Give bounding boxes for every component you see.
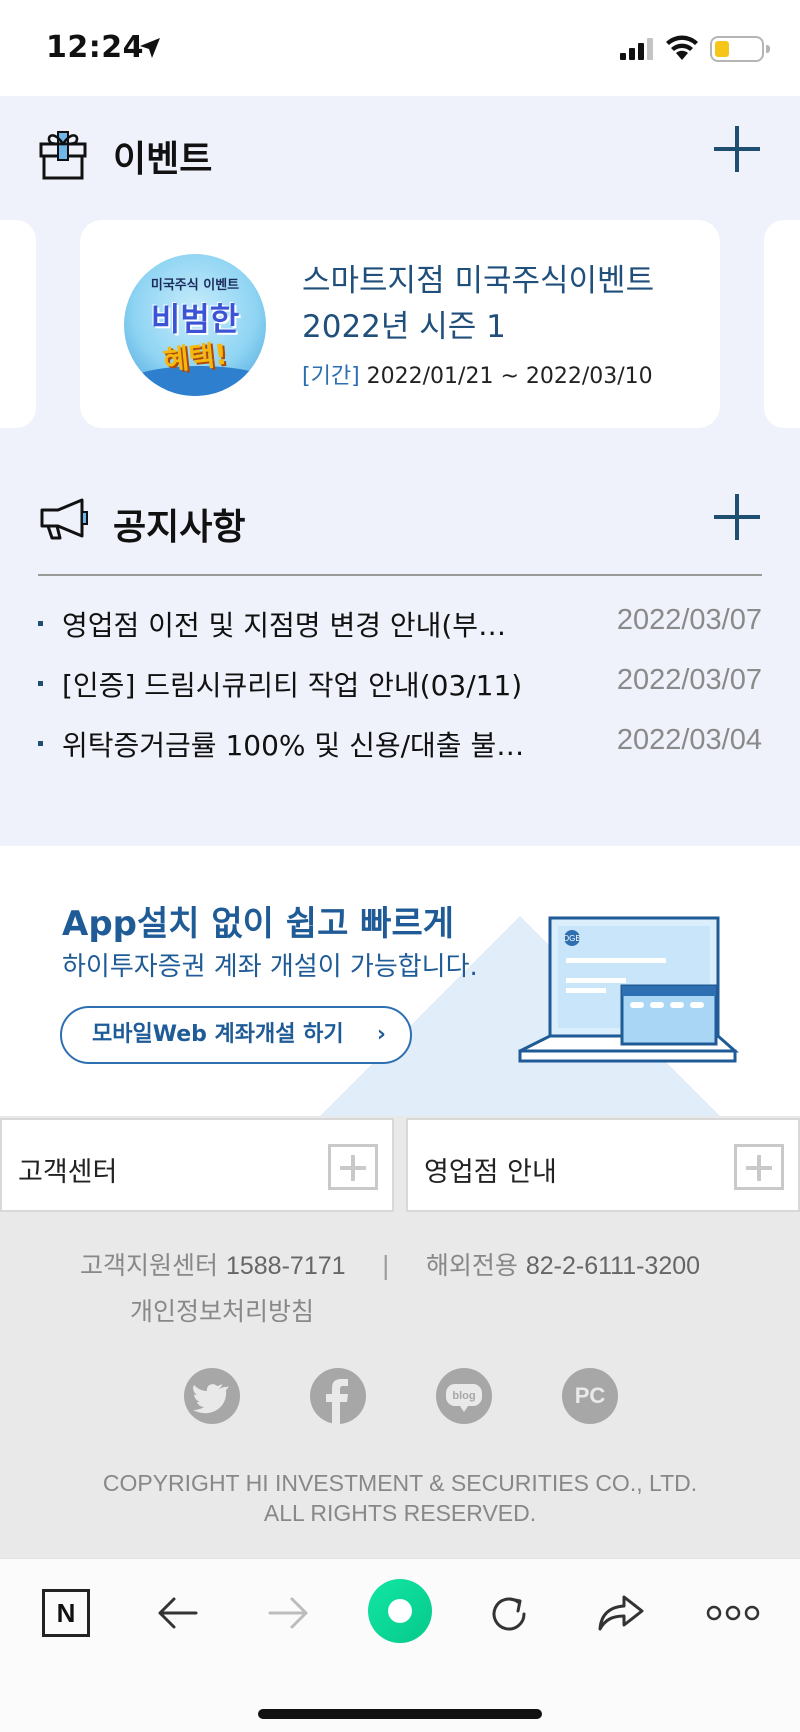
notices-divider <box>38 574 762 576</box>
notices-list: 영업점 이전 및 지점명 변경 안내(부… 2022/03/07 [인증] 드림… <box>38 594 762 774</box>
event-card-next-peek[interactable] <box>764 220 800 428</box>
notices-header: 공지사항 <box>38 486 762 556</box>
branch-info-label: 영업점 안내 <box>424 1157 557 1188</box>
more-options-icon[interactable] <box>706 1603 760 1623</box>
bullet <box>38 741 43 746</box>
browser-toolbar: N <box>0 1558 800 1732</box>
refresh-icon[interactable] <box>486 1591 532 1637</box>
overseas-label: 해외전용 <box>425 1251 518 1280</box>
footer: 고객지원센터 1588-7171 | 해외전용 82-2-6111-3200 개… <box>0 1212 800 1558</box>
notice-item[interactable]: 위탁증거금률 100% 및 신용/대출 불… 2022/03/04 <box>38 714 762 774</box>
support-label: 고객지원센터 <box>80 1251 219 1280</box>
pc-icon-text: PC <box>574 1383 606 1408</box>
notice-title: [인증] 드림시큐리티 작업 안내(03/11) <box>62 669 523 702</box>
privacy-policy-link[interactable]: 개인정보처리방침 <box>130 1292 314 1328</box>
event-thumb-caption: 미국주식 이벤트 <box>150 278 240 293</box>
plus-box-icon <box>734 1144 784 1190</box>
back-arrow-icon[interactable] <box>156 1595 200 1631</box>
notice-date: 2022/03/07 <box>616 604 762 636</box>
separator: | <box>381 1251 390 1280</box>
notices-title: 공지사항 <box>113 507 246 548</box>
naver-home-icon[interactable]: N <box>42 1589 90 1637</box>
gift-icon <box>39 131 87 180</box>
notices-more-plus-icon[interactable] <box>712 492 762 542</box>
notice-date: 2022/03/07 <box>616 664 762 696</box>
event-title: 스마트지점 미국주식이벤트 2022년 시즌 1 <box>302 263 655 345</box>
notice-item[interactable]: 영업점 이전 및 지점명 변경 안내(부… 2022/03/07 <box>38 594 762 654</box>
event-period-label: [기간] <box>302 364 360 389</box>
facebook-icon[interactable] <box>310 1368 366 1424</box>
wifi-icon <box>666 35 698 60</box>
customer-center-label: 고객센터 <box>18 1157 118 1188</box>
notice-date: 2022/03/04 <box>616 724 762 756</box>
forward-arrow-icon[interactable] <box>266 1595 310 1631</box>
footer-contact: 고객지원센터 1588-7171 | 해외전용 82-2-6111-3200 <box>80 1246 700 1282</box>
notice-title: 위탁증거금률 100% 및 신용/대출 불… <box>62 729 525 762</box>
copyright-line-1: COPYRIGHT HI INVESTMENT & SECURITIES CO.… <box>102 1470 698 1496</box>
bullet <box>38 621 43 626</box>
open-account-button-label: 모바일Web 계좌개설 하기 <box>92 1022 344 1047</box>
promo-headline: App설치 없이 쉽고 빠르게 <box>62 904 455 944</box>
support-number[interactable]: 1588-7171 <box>226 1252 346 1280</box>
home-indicator[interactable] <box>258 1709 542 1719</box>
battery-icon <box>710 36 770 62</box>
notice-title: 영업점 이전 및 지점명 변경 안내(부… <box>62 609 507 642</box>
account-opening-banner: App설치 없이 쉽고 빠르게 하이투자증권 계좌 개설이 가능합니다. 모바일… <box>0 846 800 1116</box>
events-header: 이벤트 <box>38 118 762 188</box>
plus-box-icon <box>328 1144 378 1190</box>
status-time: 12:24 <box>46 30 144 65</box>
bullet <box>38 681 43 686</box>
events-more-plus-icon[interactable] <box>712 124 762 174</box>
green-dot-home-button[interactable] <box>368 1579 432 1643</box>
promo-subline: 하이투자증권 계좌 개설이 가능합니다. <box>62 952 478 982</box>
laptop-illustration: DGB <box>518 916 739 1063</box>
events-title: 이벤트 <box>113 139 213 180</box>
event-period: [기간] 2022/01/21 ~ 2022/03/10 <box>302 358 653 390</box>
copyright: COPYRIGHT HI INVESTMENT & SECURITIES CO.… <box>0 1468 800 1528</box>
notice-item[interactable]: [인증] 드림시큐리티 작업 안내(03/11) 2022/03/07 <box>38 654 762 714</box>
share-icon[interactable] <box>596 1591 646 1635</box>
overseas-number[interactable]: 82-2-6111-3200 <box>526 1252 700 1280</box>
event-card-prev-peek[interactable] <box>0 220 36 428</box>
art-logo-text: DGB <box>563 934 580 943</box>
open-account-button[interactable]: 모바일Web 계좌개설 하기 › <box>60 1006 412 1064</box>
event-card[interactable]: 미국주식 이벤트 비범한 혜택! 스마트지점 미국주식이벤트 2022년 시즌 … <box>80 220 720 428</box>
pc-version-icon[interactable]: PC <box>562 1368 618 1424</box>
customer-center-link[interactable]: 고객센터 <box>0 1118 394 1212</box>
status-bar: 12:24 <box>0 0 800 96</box>
megaphone-icon <box>40 498 88 540</box>
twitter-icon[interactable] <box>184 1368 240 1424</box>
branch-info-link[interactable]: 영업점 안내 <box>406 1118 800 1212</box>
blog-icon-text: blog <box>452 1390 475 1402</box>
copyright-line-2: ALL RIGHTS RESERVED. <box>263 1500 537 1526</box>
location-arrow-icon <box>140 38 160 58</box>
cellular-signal-icon <box>620 38 653 60</box>
blog-icon[interactable]: blog <box>436 1368 492 1424</box>
chevron-right-icon: › <box>376 1022 386 1047</box>
event-period-value: 2022/01/21 ~ 2022/03/10 <box>366 364 653 389</box>
event-thumbnail: 미국주식 이벤트 비범한 혜택! <box>124 254 266 396</box>
